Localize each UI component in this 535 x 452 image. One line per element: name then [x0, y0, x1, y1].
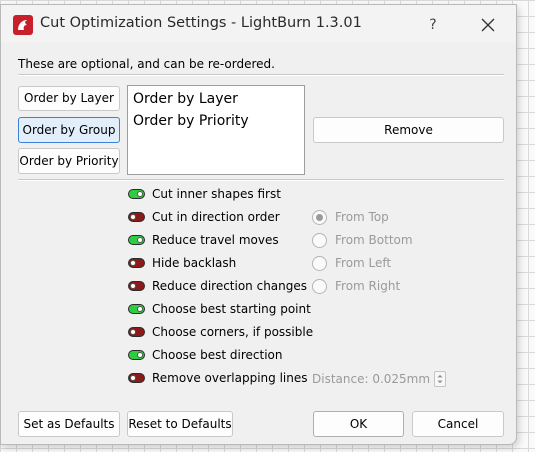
help-button[interactable]: ? — [421, 13, 445, 37]
option-label: Hide backlash — [152, 256, 237, 270]
cancel-button[interactable]: Cancel — [412, 411, 504, 437]
subtitle-text: These are optional, and can be re-ordere… — [18, 57, 275, 71]
close-icon[interactable] — [476, 13, 500, 37]
window-title: Cut Optimization Settings - LightBurn 1.… — [40, 15, 362, 31]
option-cut-inner-shapes-first[interactable]: Cut inner shapes first — [128, 185, 281, 203]
order-by-layer-button[interactable]: Order by Layer — [18, 86, 120, 111]
option-reduce-direction-changes[interactable]: Reduce direction changes — [128, 277, 307, 295]
cut-optimization-dialog: Cut Optimization Settings - LightBurn 1.… — [0, 4, 517, 445]
option-label: Choose best starting point — [152, 302, 311, 316]
option-remove-overlapping-lines[interactable]: Remove overlapping lines — [128, 369, 307, 387]
order-list[interactable]: Order by Layer Order by Priority — [127, 85, 305, 175]
remove-button[interactable]: Remove — [313, 117, 504, 143]
toggle-on-icon[interactable] — [128, 235, 145, 245]
radio-from-left[interactable]: From Left — [312, 254, 391, 272]
radio-label: From Top — [335, 210, 389, 224]
list-item[interactable]: Order by Layer — [133, 91, 238, 107]
distance-label: Distance: 0.025mm — [312, 372, 431, 386]
option-choose-best-starting-point[interactable]: Choose best starting point — [128, 300, 311, 318]
option-label: Remove overlapping lines — [152, 371, 308, 385]
option-label: Reduce direction changes — [152, 279, 308, 293]
radio-unchecked-icon[interactable] — [312, 255, 327, 271]
reset-to-defaults-button[interactable]: Reset to Defaults — [127, 411, 233, 437]
set-as-defaults-button[interactable]: Set as Defaults — [18, 411, 120, 437]
radio-label: From Right — [335, 279, 401, 293]
option-choose-corners[interactable]: Choose corners, if possible — [128, 323, 313, 341]
option-hide-backlash[interactable]: Hide backlash — [128, 254, 236, 272]
distance-field[interactable]: Distance: 0.025mm — [312, 370, 447, 388]
option-label: Reduce travel moves — [152, 233, 279, 247]
radio-label: From Left — [335, 256, 392, 270]
title-bar: Cut Optimization Settings - LightBurn 1.… — [1, 5, 516, 43]
option-reduce-travel-moves[interactable]: Reduce travel moves — [128, 231, 279, 249]
option-cut-in-direction-order[interactable]: Cut in direction order — [128, 208, 280, 226]
toggle-on-icon[interactable] — [128, 350, 145, 360]
option-choose-best-direction[interactable]: Choose best direction — [128, 346, 282, 364]
toggle-off-icon[interactable] — [128, 373, 145, 383]
toggle-off-icon[interactable] — [128, 327, 145, 337]
toggle-off-icon[interactable] — [128, 258, 145, 268]
spin-arrows-icon[interactable] — [434, 371, 447, 387]
order-by-group-button[interactable]: Order by Group — [18, 117, 120, 143]
radio-unchecked-icon[interactable] — [312, 232, 327, 248]
toggle-off-icon[interactable] — [128, 212, 145, 222]
toggle-off-icon[interactable] — [128, 281, 145, 291]
lightburn-logo-icon — [13, 15, 33, 35]
toggle-on-icon[interactable] — [128, 304, 145, 314]
radio-unchecked-icon[interactable] — [312, 278, 327, 294]
divider-middle — [18, 179, 504, 181]
order-by-priority-button[interactable]: Order by Priority — [18, 148, 120, 174]
radio-checked-icon[interactable] — [312, 209, 327, 225]
ok-button[interactable]: OK — [313, 411, 404, 437]
radio-from-bottom[interactable]: From Bottom — [312, 231, 413, 249]
option-label: Cut inner shapes first — [152, 187, 281, 201]
divider-top — [18, 74, 504, 76]
list-item[interactable]: Order by Priority — [133, 113, 249, 129]
radio-from-right[interactable]: From Right — [312, 277, 400, 295]
option-label: Cut in direction order — [152, 210, 280, 224]
radio-from-top[interactable]: From Top — [312, 208, 389, 226]
option-label: Choose corners, if possible — [152, 325, 314, 339]
option-label: Choose best direction — [152, 348, 283, 362]
toggle-on-icon[interactable] — [128, 189, 145, 199]
radio-label: From Bottom — [335, 233, 413, 247]
